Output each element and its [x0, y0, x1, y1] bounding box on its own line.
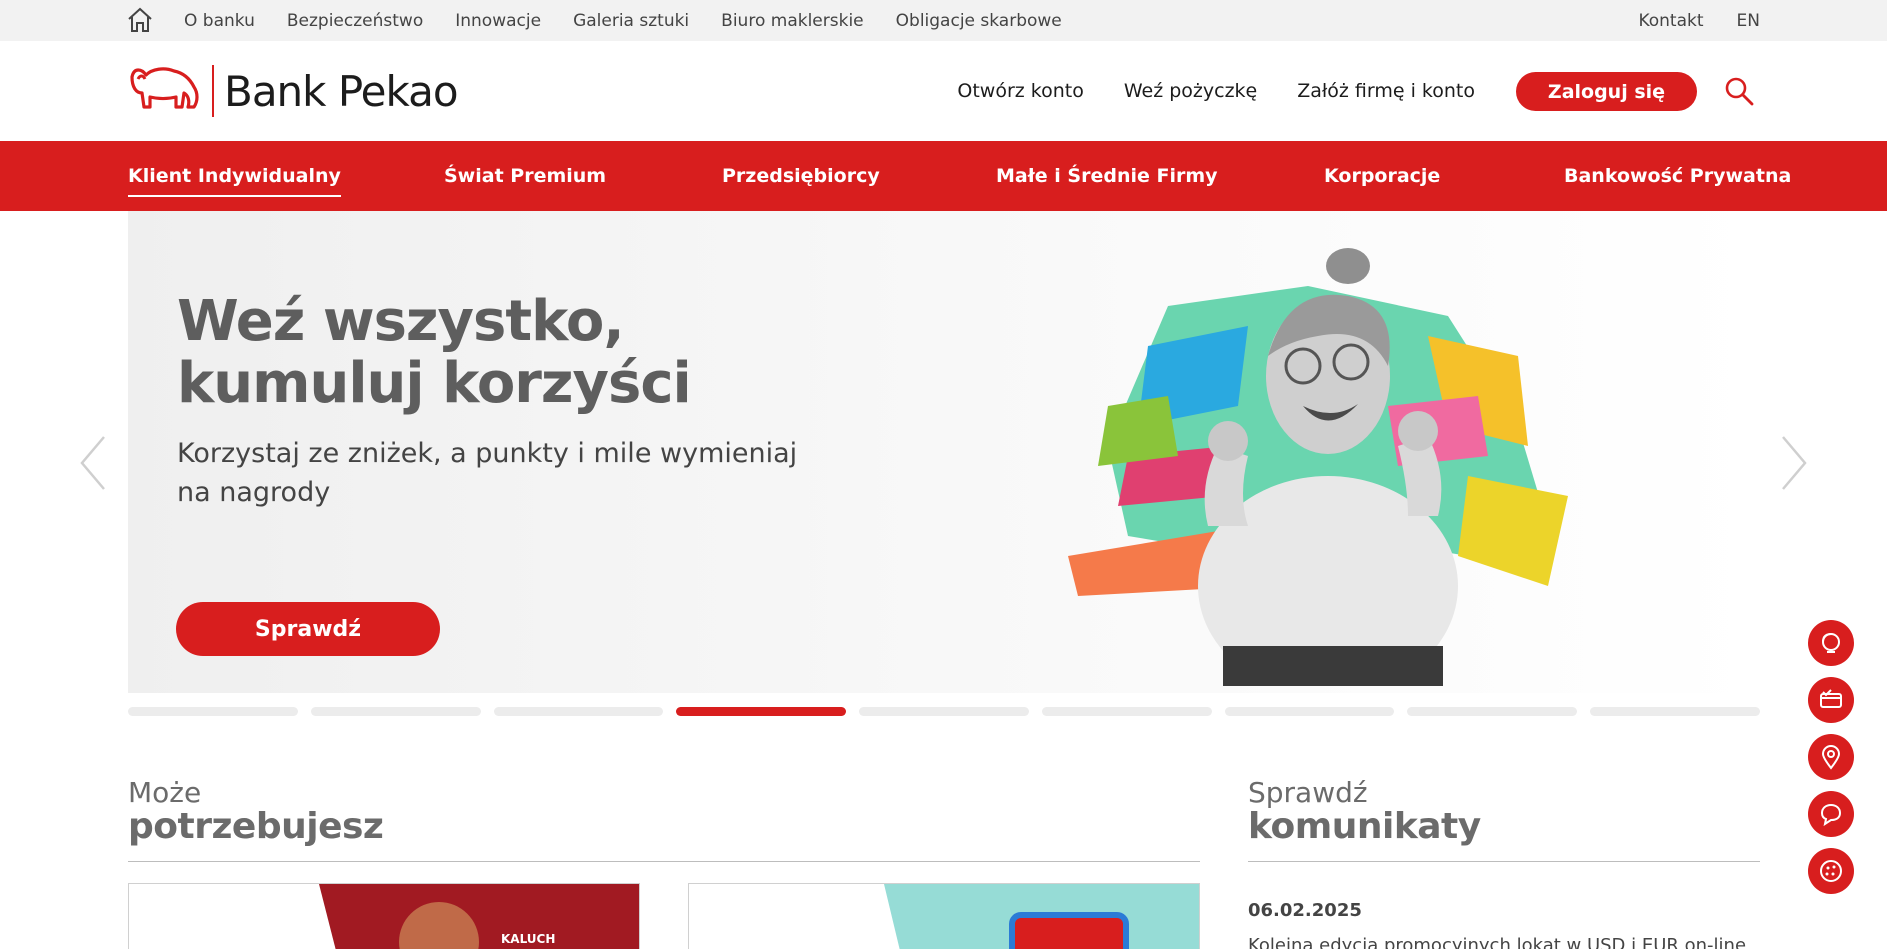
support-icon [1822, 633, 1840, 653]
utility-link-bezpieczenstwo[interactable]: Bezpieczeństwo [287, 11, 423, 31]
hero-slide: Weź wszystko, kumuluj korzyści Korzystaj… [128, 211, 1760, 693]
carousel-dot-7[interactable] [1224, 707, 1395, 716]
side-button-chat[interactable] [1808, 791, 1854, 837]
hero-woman-celebrating-image [1068, 248, 1568, 686]
section-news: Sprawdź komunikaty [1248, 776, 1760, 862]
product-card-2[interactable] [688, 883, 1200, 949]
carousel-dot-1[interactable] [128, 707, 298, 716]
side-button-card[interactable] [1808, 677, 1854, 723]
utility-link-obligacje[interactable]: Obligacje skarbowe [896, 11, 1062, 31]
segment-korporacje[interactable]: Korporacje [1324, 141, 1440, 211]
contact-link[interactable]: Kontakt [1638, 11, 1703, 31]
segment-przedsiebiorcy[interactable]: Przedsiębiorcy [722, 141, 880, 211]
home-icon[interactable] [126, 6, 154, 34]
segment-swiat-premium[interactable]: Świat Premium [444, 141, 606, 211]
carousel-next-arrow-icon[interactable] [1779, 434, 1809, 492]
search-icon[interactable] [1723, 75, 1755, 107]
segment-klient-indywidualny[interactable]: Klient Indywidualny [128, 141, 341, 211]
main-header: Bank Pekao Otwórz konto Weź pożyczkę Zał… [0, 41, 1887, 141]
utility-link-galeria-sztuki[interactable]: Galeria sztuki [573, 11, 689, 31]
location-pin-icon [1821, 745, 1841, 770]
segment-nav: Klient Indywidualny Świat Premium Przeds… [0, 141, 1887, 211]
section-news-light: Sprawdź [1248, 776, 1368, 809]
utility-link-innowacje[interactable]: Innowacje [455, 11, 541, 31]
carousel-pagination [128, 707, 1761, 718]
hero-subtitle: Korzystaj ze zniżek, a punkty i mile wym… [177, 438, 798, 508]
bison-logo-icon [130, 67, 199, 109]
carousel-dot-5[interactable] [859, 707, 1029, 716]
side-button-location[interactable] [1808, 734, 1854, 780]
logo-divider [212, 65, 214, 117]
utility-link-o-banku[interactable]: O banku [184, 11, 255, 31]
language-switch[interactable]: EN [1737, 11, 1760, 31]
section-news-bold: komunikaty [1248, 806, 1481, 847]
hero-title: Weź wszystko, kumuluj korzyści [177, 289, 692, 416]
card1-tag: KALUCH [501, 932, 556, 946]
carousel-prev-arrow-icon[interactable] [78, 434, 108, 492]
section-needs: Może potrzebujesz [128, 776, 1200, 862]
utility-links: O banku Bezpieczeństwo Innowacje Galeria… [184, 0, 1062, 41]
hero-cta-button[interactable]: Sprawdź [176, 602, 440, 656]
card2-phone-image [1009, 912, 1129, 949]
card1-background-shape [319, 884, 639, 949]
utility-right: Kontakt EN [1638, 0, 1760, 41]
news-date: 06.02.2025 [1248, 900, 1362, 921]
section-needs-rule [128, 861, 1200, 862]
carousel-dot-9[interactable] [1590, 707, 1761, 716]
side-button-support[interactable] [1808, 620, 1854, 666]
section-needs-light: Może [128, 776, 202, 809]
nav-open-account[interactable]: Otwórz konto [957, 80, 1083, 102]
nav-take-loan[interactable]: Weź pożyczkę [1124, 80, 1257, 102]
bank-logo[interactable]: Bank Pekao [128, 63, 459, 119]
card-check-icon [1820, 689, 1842, 708]
side-button-cookies[interactable] [1808, 848, 1854, 894]
carousel-dot-3[interactable] [493, 707, 664, 716]
product-card-1[interactable]: KALUCH [128, 883, 640, 949]
brand-name: Bank Pekao [224, 66, 459, 116]
cookie-icon [1820, 860, 1842, 882]
segment-bankowosc-prywatna[interactable]: Bankowość Prywatna [1564, 141, 1791, 211]
page: O banku Bezpieczeństwo Innowacje Galeria… [0, 0, 1887, 949]
chat-bubble-icon [1820, 803, 1842, 827]
utility-link-biuro-maklerskie[interactable]: Biuro maklerskie [721, 11, 863, 31]
carousel-dot-8[interactable] [1407, 707, 1578, 716]
carousel-dot-2[interactable] [310, 707, 481, 716]
section-news-rule [1248, 861, 1760, 862]
carousel-dot-4[interactable] [676, 707, 847, 716]
news-item-link[interactable]: Kolejna edycja promocyjnych lokat w USD … [1248, 935, 1746, 949]
utility-bar: O banku Bezpieczeństwo Innowacje Galeria… [0, 0, 1887, 41]
carousel-dot-6[interactable] [1041, 707, 1212, 716]
nav-start-business[interactable]: Załóż firmę i konto [1297, 80, 1475, 102]
login-button[interactable]: Zaloguj się [1516, 72, 1697, 111]
header-nav: Otwórz konto Weź pożyczkę Załóż firmę i … [957, 41, 1475, 141]
section-needs-bold: potrzebujesz [128, 806, 384, 847]
segment-male-srednie-firmy[interactable]: Małe i Średnie Firmy [996, 141, 1218, 211]
